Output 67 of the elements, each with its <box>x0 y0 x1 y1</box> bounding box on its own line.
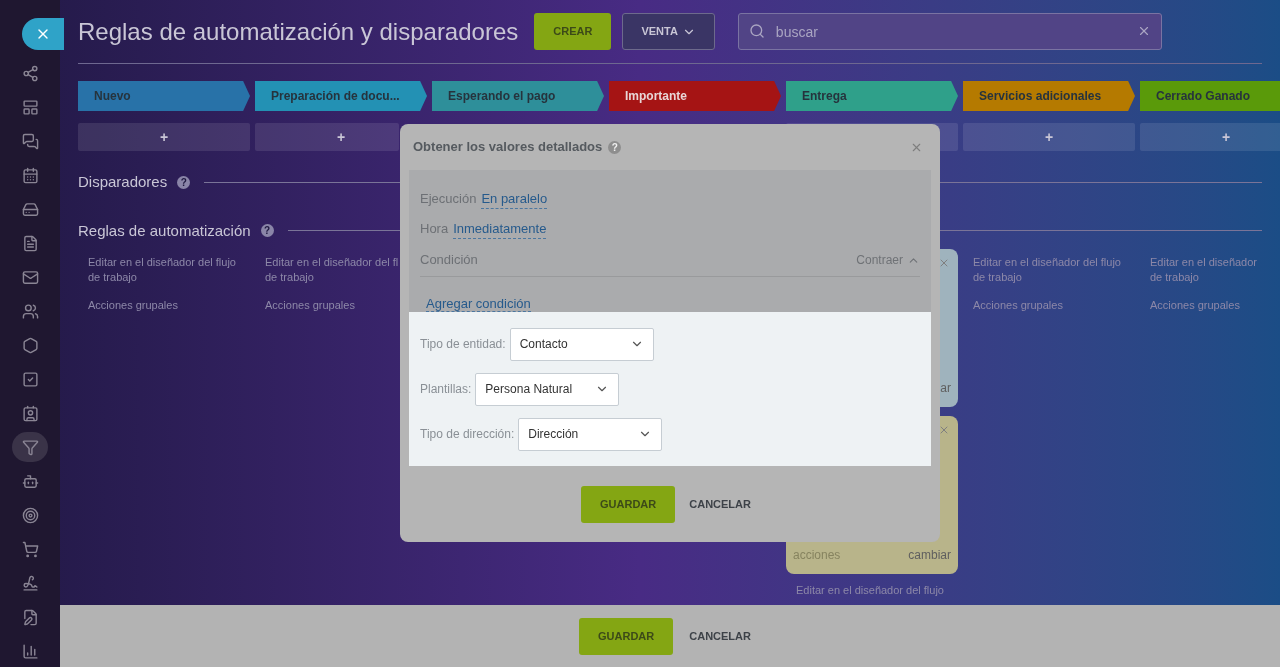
stage-header: Esperando el pago <box>432 81 604 111</box>
add-rule-button[interactable]: + <box>963 123 1135 151</box>
edit-document-icon <box>21 608 39 626</box>
stage-header: Servicios adicionales <box>963 81 1135 111</box>
stage-header: Nuevo <box>78 81 250 111</box>
dropdown-select[interactable]: Contacto <box>509 327 654 361</box>
rule-link-text[interactable]: Acciones grupales <box>1140 298 1280 313</box>
select-label: Tipo de dirección: <box>420 426 515 443</box>
field-value-link[interactable]: Inmediatamente <box>453 218 547 240</box>
add-rule-button[interactable]: + <box>1140 123 1280 151</box>
change-link[interactable]: cambiar <box>908 546 951 564</box>
contact-card-icon <box>21 404 39 422</box>
rule-link-text[interactable]: Editar en el diseñador del flujo de trabajo <box>78 255 250 285</box>
page-title: Reglas de automatización y disparadores <box>78 16 519 47</box>
checkbox-icon <box>21 370 39 388</box>
mail-icon <box>21 268 39 286</box>
collapse-toggle[interactable]: Contraer <box>856 251 920 269</box>
section-title: Disparadores <box>78 172 168 192</box>
target-icon <box>21 506 39 524</box>
rule-link-text[interactable]: Editar en el diseñador del flujo <box>786 583 958 598</box>
cart-icon <box>21 540 39 558</box>
search-icon <box>748 23 765 39</box>
rule-link-text[interactable]: Editar en el diseñador del flujo de trabajo <box>963 255 1135 285</box>
help-icon[interactable]: ? <box>608 140 622 154</box>
stage-header: Entrega <box>786 81 958 111</box>
save-button[interactable]: GUARDAR <box>581 485 676 523</box>
share-icon <box>21 64 39 82</box>
section-title: Reglas de automatización <box>78 220 251 241</box>
calendar-icon <box>21 166 39 184</box>
change-link[interactable]: ar <box>940 379 951 397</box>
field-value-link[interactable]: En paralelo <box>481 188 548 210</box>
dialog-title: Obtener los valores detallados <box>413 138 603 157</box>
cancel-button[interactable]: CANCELAR <box>681 485 759 523</box>
category-dropdown[interactable]: VENTA <box>622 13 715 50</box>
save-button[interactable]: GUARDAR <box>579 617 674 655</box>
cancel-button[interactable]: CANCELAR <box>679 617 761 655</box>
dropdown-select[interactable]: Persona Natural <box>475 372 620 406</box>
rule-link-text[interactable]: Acciones grupales <box>963 298 1135 313</box>
drive-icon <box>21 200 39 218</box>
robot-icon <box>21 472 39 490</box>
stage-header: Importante <box>609 81 781 111</box>
field-label: Condición <box>420 251 478 270</box>
bar-chart-icon <box>21 642 39 660</box>
select-label: Plantillas: <box>420 381 472 398</box>
dropdown-select[interactable]: Dirección <box>518 417 663 451</box>
signature-icon <box>21 574 39 592</box>
close-button[interactable] <box>22 18 64 50</box>
add-rule-button[interactable]: + <box>78 123 250 151</box>
sidebar-item[interactable] <box>12 432 48 462</box>
select-label: Tipo de entidad: <box>420 336 506 353</box>
stage-header: Cerrado Ganado <box>1140 81 1280 111</box>
chat-icon <box>21 132 39 150</box>
field-label: Hora <box>420 220 449 239</box>
search-field[interactable]: buscar <box>737 13 1162 50</box>
users-icon <box>21 302 39 320</box>
stage-header: Preparación de docu... <box>255 81 427 111</box>
hexagon-icon <box>21 336 39 354</box>
rule-link-text[interactable]: Acciones grupales <box>78 298 250 313</box>
help-icon[interactable]: ? <box>177 175 191 189</box>
document-icon <box>21 234 39 252</box>
rule-link-text[interactable]: Editar en el diseñador de trabajo <box>1140 255 1280 285</box>
create-button[interactable]: CREAR <box>534 13 612 50</box>
funnel-icon <box>21 438 39 456</box>
add-rule-button[interactable]: + <box>255 123 399 151</box>
help-icon[interactable]: ? <box>260 224 274 238</box>
field-label: Ejecución <box>420 190 477 209</box>
layout-icon <box>21 98 39 116</box>
